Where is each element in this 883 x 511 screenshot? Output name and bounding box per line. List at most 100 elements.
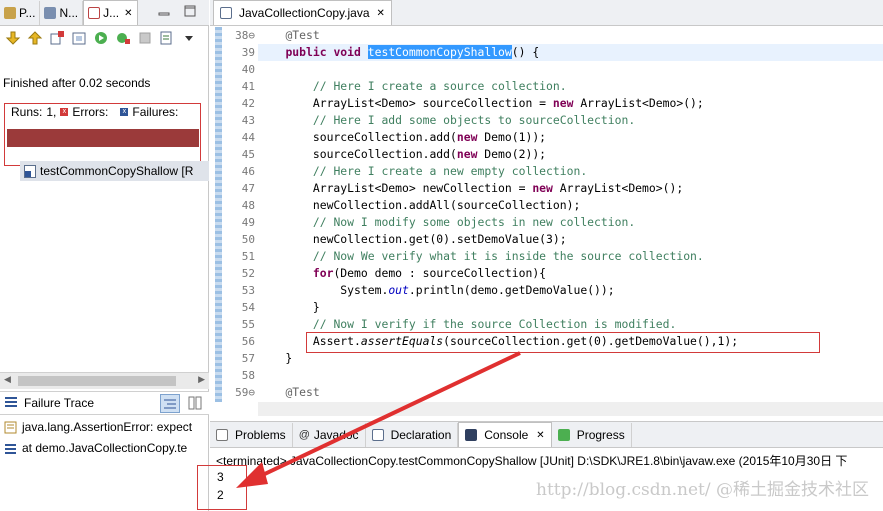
line-number: 48 bbox=[241, 199, 255, 212]
line-number: 38⊖ bbox=[235, 29, 255, 42]
line-number: 47 bbox=[241, 182, 255, 195]
rerun-failed-first-icon[interactable] bbox=[113, 29, 132, 47]
line-number: 52 bbox=[241, 267, 255, 280]
scroll-left-icon[interactable]: ◀ bbox=[4, 374, 11, 385]
compare-result-icon[interactable] bbox=[188, 396, 202, 413]
junit-toolbar bbox=[0, 27, 209, 49]
code-line: sourceCollection.add(new Demo(2)); bbox=[258, 147, 547, 161]
close-icon[interactable]: ✕ bbox=[377, 8, 385, 19]
tab-junit[interactable]: J... ✕ bbox=[83, 0, 138, 25]
left-tabbar: P... N... J... ✕ bbox=[0, 0, 209, 26]
line-number: 59⊖ bbox=[235, 386, 255, 399]
tab-label: J... bbox=[103, 6, 120, 20]
line-number: 49 bbox=[241, 216, 255, 229]
console-tabbar: Problems @ Javadoc Declaration Console ✕… bbox=[210, 422, 883, 448]
maximize-icon[interactable] bbox=[184, 5, 196, 17]
tab-label: Javadoc bbox=[313, 428, 359, 442]
line-number: 40 bbox=[241, 63, 255, 76]
highlight-box bbox=[306, 332, 820, 353]
tab-label: N... bbox=[59, 6, 79, 20]
terminated-status: <terminated> JavaCollectionCopy.testComm… bbox=[216, 454, 848, 468]
failure-trace-header: Failure Trace bbox=[0, 391, 209, 415]
code-line: // Now I modify some objects in new coll… bbox=[312, 215, 636, 229]
tab-problems[interactable]: Problems bbox=[210, 423, 293, 447]
code-line: } bbox=[258, 300, 320, 314]
tab-declaration[interactable]: Declaration bbox=[366, 423, 459, 447]
highlight-box bbox=[4, 103, 201, 166]
tab-javadoc[interactable]: @ Javadoc bbox=[293, 423, 366, 447]
scroll-right-icon[interactable]: ▶ bbox=[198, 374, 205, 385]
line-number: 43 bbox=[241, 114, 255, 127]
tab-label: Problems bbox=[235, 428, 286, 442]
code-line: System.out.println(demo.getDemoValue()); bbox=[258, 283, 615, 297]
highlight-box bbox=[197, 465, 247, 510]
declaration-icon bbox=[371, 429, 384, 441]
line-number: 39 bbox=[241, 46, 255, 59]
code-line: // Here I add some objects to sourceColl… bbox=[312, 113, 636, 127]
trace-text: java.lang.AssertionError: expect bbox=[22, 420, 193, 434]
line-number: 58 bbox=[241, 369, 255, 382]
test-tree-item[interactable]: testCommonCopyShallow [R bbox=[20, 161, 209, 181]
junit-icon bbox=[88, 7, 101, 19]
tab-navigator[interactable]: N... bbox=[40, 1, 84, 25]
minimize-icon[interactable] bbox=[158, 5, 170, 17]
java-file-icon bbox=[220, 7, 232, 19]
line-number: 41 bbox=[241, 80, 255, 93]
close-icon[interactable]: ✕ bbox=[536, 430, 544, 441]
stack-frame-icon bbox=[5, 443, 16, 454]
code-line: // Here I create a new empty collection. bbox=[312, 164, 588, 178]
code-line: ArrayList<Demo> newCollection = new Arra… bbox=[258, 181, 684, 195]
test-name: testCommonCopyShallow [R bbox=[40, 164, 194, 178]
code-line: @Test bbox=[285, 385, 320, 399]
previous-failure-icon[interactable] bbox=[25, 29, 44, 47]
tab-package-explorer[interactable]: P... bbox=[0, 1, 41, 25]
failure-trace-icon bbox=[4, 396, 18, 411]
next-failure-icon[interactable] bbox=[3, 29, 22, 47]
trace-text: at demo.JavaCollectionCopy.te bbox=[22, 441, 188, 455]
tab-label: Console bbox=[484, 428, 529, 442]
trace-line[interactable]: at demo.JavaCollectionCopy.te bbox=[4, 441, 187, 455]
scrollbar-thumb[interactable] bbox=[18, 376, 176, 386]
stop-icon[interactable] bbox=[135, 29, 154, 47]
view-menu-icon[interactable] bbox=[179, 29, 198, 47]
java-editor: JavaCollectionCopy.java ✕ 38⊖ 39 40 41 42 43 4… bbox=[210, 0, 883, 420]
code-line: // Here I create a source collection. bbox=[312, 79, 567, 93]
code-line: for(Demo demo : sourceCollection){ bbox=[312, 266, 547, 280]
show-failures-only-icon[interactable] bbox=[47, 29, 66, 47]
code-line: public void testCommonCopyShallow() { bbox=[258, 44, 883, 61]
overview-ruler[interactable] bbox=[215, 27, 222, 402]
tab-progress[interactable]: Progress bbox=[552, 423, 632, 447]
code-line: // Now I verify if the source Collection… bbox=[312, 317, 677, 331]
code-line: newCollection.addAll(sourceCollection); bbox=[258, 198, 581, 212]
javadoc-icon: @ bbox=[298, 429, 310, 441]
line-number: 42 bbox=[241, 97, 255, 110]
exception-icon bbox=[4, 421, 17, 433]
editor-tab-title: JavaCollectionCopy.java bbox=[239, 6, 370, 20]
console-icon bbox=[465, 429, 478, 441]
watermark: http://blog.csdn.net/ @稀土掘金技术社区 bbox=[536, 480, 869, 500]
line-number: 50 bbox=[241, 233, 255, 246]
line-number: 51 bbox=[241, 250, 255, 263]
tab-console[interactable]: Console ✕ bbox=[458, 422, 552, 447]
code-line: sourceCollection.add(new Demo(1)); bbox=[258, 130, 547, 144]
navigator-icon bbox=[44, 7, 57, 19]
trace-line[interactable]: java.lang.AssertionError: expect bbox=[4, 420, 192, 434]
test-run-history-icon[interactable] bbox=[157, 29, 176, 47]
line-number: 55 bbox=[241, 318, 255, 331]
line-numbers: 38⊖ 39 40 41 42 43 44 45 46 47 48 49 50 51 52 53 54 55 56 5… bbox=[224, 27, 258, 401]
line-number: 46 bbox=[241, 165, 255, 178]
failed-test-icon bbox=[24, 164, 36, 178]
editor-tab[interactable]: JavaCollectionCopy.java ✕ bbox=[213, 0, 392, 25]
rerun-test-icon[interactable] bbox=[91, 29, 110, 47]
close-icon[interactable]: ✕ bbox=[124, 8, 132, 19]
scroll-lock-icon[interactable] bbox=[69, 29, 88, 47]
code-line: // Now We verify what it is inside the s… bbox=[312, 249, 704, 263]
editor-horizontal-scrollbar[interactable] bbox=[258, 402, 883, 416]
horizontal-scrollbar[interactable]: ◀ ▶ bbox=[0, 372, 209, 389]
line-number: 57 bbox=[241, 352, 255, 365]
editor-tabbar: JavaCollectionCopy.java ✕ bbox=[210, 0, 883, 26]
package-explorer-icon bbox=[4, 7, 16, 19]
code-line: ArrayList<Demo> sourceCollection = new A… bbox=[258, 96, 704, 110]
filter-stack-icon[interactable] bbox=[160, 394, 180, 413]
